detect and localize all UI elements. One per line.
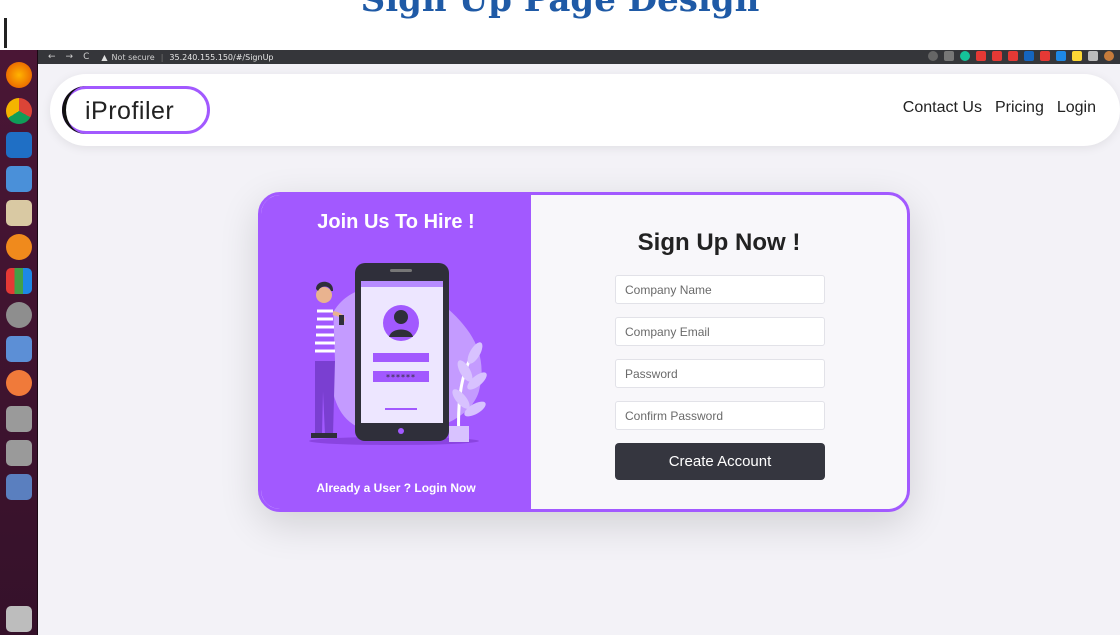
nav-link-contact[interactable]: Contact Us [903,99,982,117]
drive-icon-2[interactable] [6,440,32,466]
presentation-icon[interactable] [6,336,32,362]
drive-icon[interactable] [6,406,32,432]
zoom-icon[interactable] [928,51,938,61]
company-email-input[interactable] [615,317,825,346]
charts-icon[interactable] [6,268,32,294]
launcher-dock [0,50,38,635]
site-navbar: iProfiler Contact Us Pricing Login [50,74,1120,146]
signup-promo-panel: Join Us To Hire ! ****** Already a User … [261,195,531,509]
caption-text: Sign Up Page Design [360,0,760,20]
warning-icon: ▲ [101,52,108,62]
create-account-button[interactable]: Create Account [615,443,825,480]
notes-icon[interactable] [6,200,32,226]
extension-icon[interactable] [976,51,986,61]
grammarly-icon[interactable] [960,51,970,61]
shield-icon[interactable] [1008,51,1018,61]
web-page: iProfiler Contact Us Pricing Login Join … [38,64,1120,635]
back-button[interactable]: ← [48,52,56,62]
url-separator: | [160,52,164,62]
video-caption: Sign Up Page Design [0,0,1120,50]
firefox-icon[interactable] [6,62,32,88]
password-mask: ****** [386,373,416,382]
extension-icon[interactable] [1072,51,1082,61]
signup-form-panel: Sign Up Now ! Create Account [531,195,907,509]
chrome-icon[interactable] [6,98,32,124]
extension-icon[interactable] [1056,51,1066,61]
url-bar[interactable]: ▲ Not secure | 35.240.155.150/#/SignUp [101,53,273,62]
promo-title: Join Us To Hire ! [317,211,475,233]
phone-login-illustration: ****** [309,263,487,445]
safari-icon[interactable] [6,370,32,396]
trash-icon[interactable] [6,606,32,632]
url-text: 35.240.155.150/#/SignUp [169,52,274,62]
vscode-icon[interactable] [6,132,32,158]
avatar[interactable] [1104,51,1114,61]
extension-icon[interactable] [992,51,1002,61]
logo-text: iProfiler [85,97,175,125]
finder-icon[interactable] [6,166,32,192]
extension-icon[interactable] [1024,51,1034,61]
site-logo[interactable]: iProfiler [62,86,210,134]
vlc-icon[interactable] [6,234,32,260]
confirm-password-input[interactable] [615,401,825,430]
browser-address-bar: ← → C ▲ Not secure | 35.240.155.150/#/Si… [38,50,1120,64]
extension-icons [928,51,1114,61]
nav-links: Contact Us Pricing Login [903,99,1096,117]
puzzle-icon[interactable] [1088,51,1098,61]
star-icon[interactable] [944,51,954,61]
network-icon[interactable] [6,474,32,500]
nav-link-pricing[interactable]: Pricing [995,99,1044,117]
caption-marker [4,18,7,48]
reload-button[interactable]: C [83,52,89,62]
forward-button[interactable]: → [66,52,74,62]
settings-icon[interactable] [6,302,32,328]
password-input[interactable] [615,359,825,388]
signup-card: Join Us To Hire ! ****** Already a User … [258,192,910,512]
extension-icon[interactable] [1040,51,1050,61]
form-title: Sign Up Now ! [637,229,801,256]
company-name-input[interactable] [615,275,825,304]
login-now-link[interactable]: Already a User ? Login Now [261,481,531,495]
not-secure-label: Not secure [111,52,155,62]
nav-link-login[interactable]: Login [1057,99,1096,117]
